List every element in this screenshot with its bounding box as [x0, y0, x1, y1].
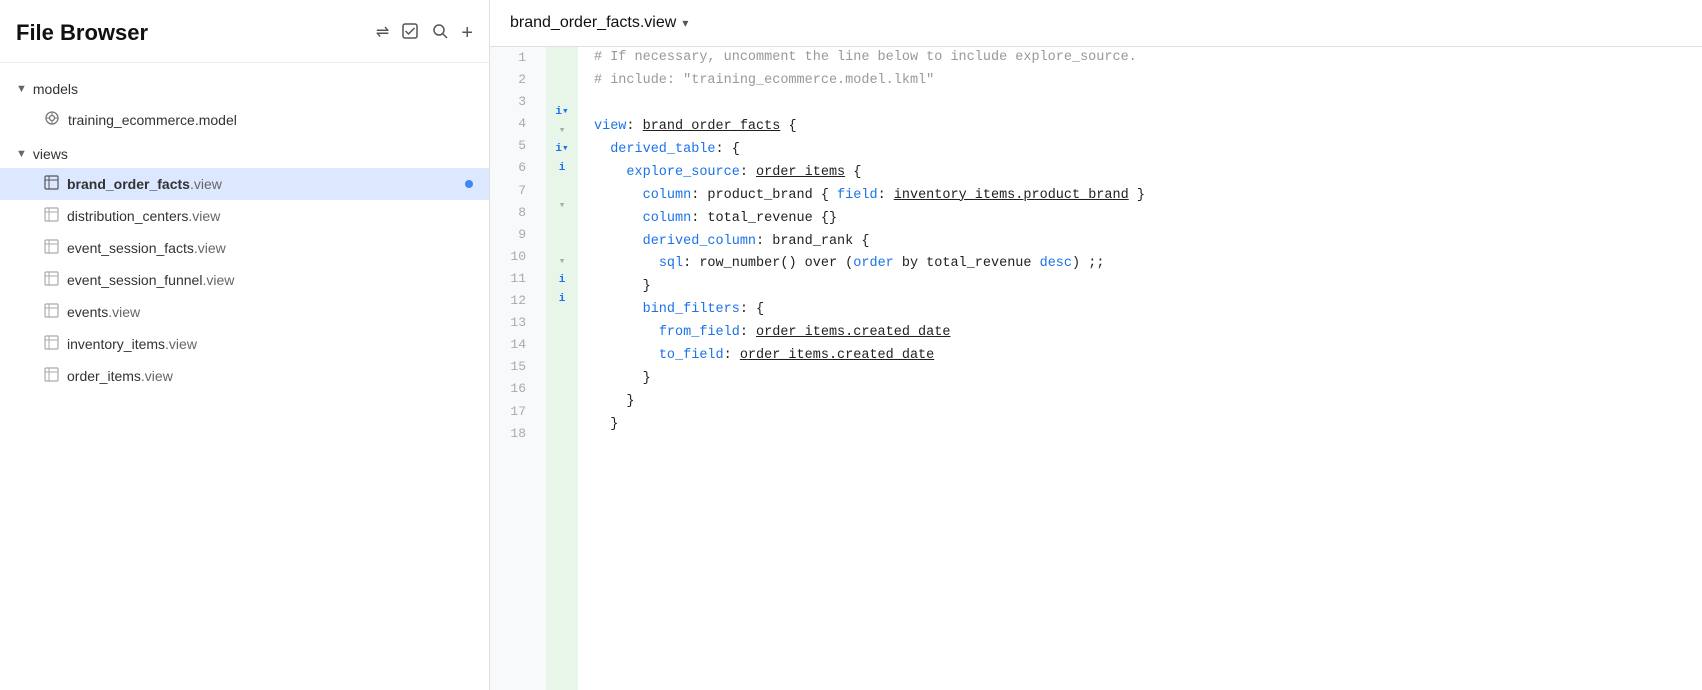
event-session-funnel-name: event_session_funnel.view — [67, 272, 473, 288]
sidebar-toolbar: ⇌ + — [376, 22, 473, 44]
gutter-12[interactable]: ▾ — [546, 253, 578, 272]
code-area[interactable]: # If necessary, uncomment the line below… — [578, 47, 1702, 690]
view-icon-brand-order-facts — [44, 175, 59, 193]
sidebar-item-order-items[interactable]: order_items.view — [0, 360, 489, 392]
sidebar-item-brand-order-facts[interactable]: brand_order_facts.view — [0, 168, 489, 200]
gutter-1 — [546, 47, 578, 66]
code-line-10: sql: row_number() over (order by total_r… — [594, 253, 1686, 276]
main-content: brand_order_facts.view ▾ 1 2 3 4 5 6 7 8… — [490, 0, 1702, 690]
code-line-17: } — [594, 414, 1686, 437]
event-session-facts-name: event_session_facts.view — [67, 240, 473, 256]
gutter-6[interactable]: i▾ — [546, 140, 578, 159]
code-line-7: column: product_brand { field: inventory… — [594, 185, 1686, 208]
training-ecommerce-model-name: training_ecommerce.model — [68, 112, 237, 128]
models-label: models — [33, 81, 78, 97]
code-line-4: view: brand_order_facts { — [594, 116, 1686, 139]
distribution-centers-name: distribution_centers.view — [67, 208, 473, 224]
code-line-5: derived_table: { — [594, 139, 1686, 162]
brand-order-facts-name: brand_order_facts.view — [67, 176, 457, 192]
brand-order-facts-dot — [465, 180, 473, 188]
sidebar-header: File Browser ⇌ + — [0, 0, 489, 63]
code-line-15: } — [594, 368, 1686, 391]
order-items-name: order_items.view — [67, 368, 473, 384]
code-line-16: } — [594, 391, 1686, 414]
line-numbers: 1 2 3 4 5 6 7 8 9 10 11 12 13 14 15 16 1… — [490, 47, 546, 690]
gutter-16 — [546, 327, 578, 346]
search-icon[interactable] — [431, 22, 449, 44]
code-line-2: # include: "training_ecommerce.model.lkm… — [594, 70, 1686, 93]
editor-header: brand_order_facts.view ▾ — [490, 0, 1702, 47]
code-line-1: # If necessary, uncomment the line below… — [594, 47, 1686, 70]
views-label: views — [33, 146, 68, 162]
gutter-5[interactable]: ▾ — [546, 122, 578, 141]
models-section-header[interactable]: ▼ models — [0, 75, 489, 103]
checkbox-icon[interactable] — [401, 22, 419, 44]
models-items: training_ecommerce.model — [0, 103, 489, 136]
model-icon — [44, 110, 60, 129]
sidebar-item-event-session-funnel[interactable]: event_session_funnel.view — [0, 264, 489, 296]
sidebar-item-events[interactable]: events.view — [0, 296, 489, 328]
gutter-9[interactable]: ▾ — [546, 197, 578, 216]
sidebar-item-inventory-items[interactable]: inventory_items.view — [0, 328, 489, 360]
inventory-items-name: inventory_items.view — [67, 336, 473, 352]
gutter-3 — [546, 84, 578, 103]
gutter-18 — [546, 365, 578, 384]
code-line-11: } — [594, 276, 1686, 299]
code-line-9: derived_column: brand_rank { — [594, 231, 1686, 254]
gutter-8 — [546, 178, 578, 197]
code-line-8: column: total_revenue {} — [594, 208, 1686, 231]
sidebar-item-training-ecommerce-model[interactable]: training_ecommerce.model — [0, 103, 489, 136]
models-chevron: ▼ — [16, 83, 27, 95]
view-icon-distribution-centers — [44, 207, 59, 225]
views-chevron: ▼ — [16, 148, 27, 160]
views-items: brand_order_facts.view distribution — [0, 168, 489, 392]
line-gutter: i▾ ▾ i▾ i ▾ ▾ i i — [546, 47, 578, 690]
view-icon-inventory-items — [44, 335, 59, 353]
split-icon[interactable]: ⇌ — [376, 25, 389, 41]
sidebar: File Browser ⇌ + ▼ models — [0, 0, 490, 690]
editor-body[interactable]: 1 2 3 4 5 6 7 8 9 10 11 12 13 14 15 16 1… — [490, 47, 1702, 690]
file-tab[interactable]: brand_order_facts.view ▾ — [510, 14, 688, 32]
view-icon-order-items — [44, 367, 59, 385]
gutter-17 — [546, 346, 578, 365]
view-icon-events — [44, 303, 59, 321]
gutter-2 — [546, 66, 578, 85]
sidebar-title: File Browser — [16, 20, 148, 46]
code-line-14: to_field: order_items.created_date — [594, 345, 1686, 368]
sidebar-tree: ▼ models — [0, 63, 489, 690]
gutter-4[interactable]: i▾ — [546, 103, 578, 122]
models-section: ▼ models — [0, 75, 489, 136]
gutter-13[interactable]: i — [546, 271, 578, 290]
gutter-7[interactable]: i — [546, 159, 578, 178]
file-tab-name: brand_order_facts.view — [510, 14, 676, 32]
code-line-6: explore_source: order_items { — [594, 162, 1686, 185]
views-section: ▼ views brand_order_facts.view — [0, 140, 489, 392]
code-line-18 — [594, 437, 1686, 460]
views-section-header[interactable]: ▼ views — [0, 140, 489, 168]
sidebar-item-distribution-centers[interactable]: distribution_centers.view — [0, 200, 489, 232]
gutter-10 — [546, 215, 578, 234]
code-line-3 — [594, 93, 1686, 116]
file-tab-chevron: ▾ — [682, 16, 688, 30]
view-icon-event-session-facts — [44, 239, 59, 257]
gutter-15 — [546, 309, 578, 328]
code-line-12: bind_filters: { — [594, 299, 1686, 322]
events-name: events.view — [67, 304, 473, 320]
sidebar-item-event-session-facts[interactable]: event_session_facts.view — [0, 232, 489, 264]
gutter-11 — [546, 234, 578, 253]
gutter-14[interactable]: i — [546, 290, 578, 309]
add-icon[interactable]: + — [461, 23, 473, 43]
view-icon-event-session-funnel — [44, 271, 59, 289]
code-line-13: from_field: order_items.created_date — [594, 322, 1686, 345]
